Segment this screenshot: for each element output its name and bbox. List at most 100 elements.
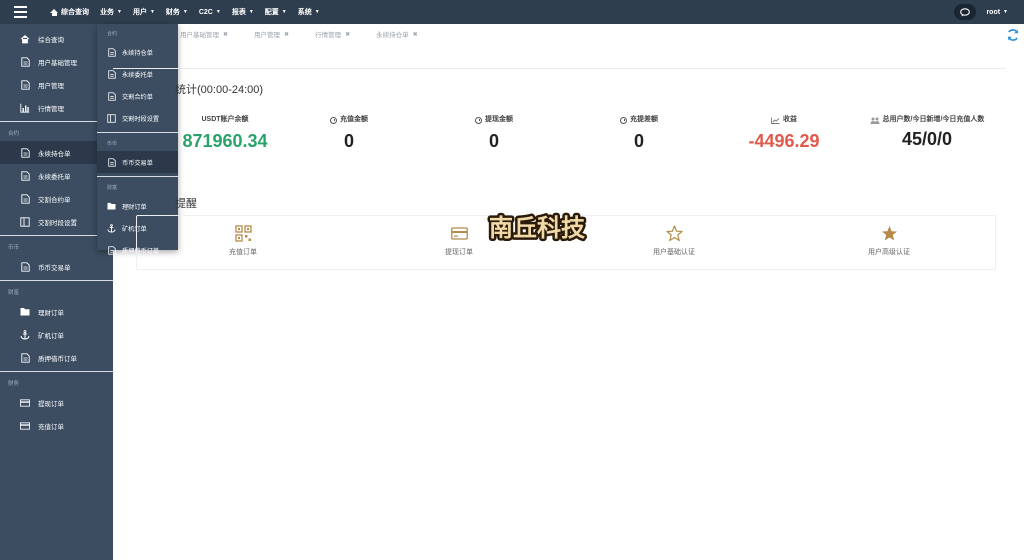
clock-icon <box>475 116 482 124</box>
document-icon <box>20 147 30 158</box>
dropdown-section-spot: 币币 <box>107 141 118 147</box>
logo-text: 南丘科技 <box>489 213 586 242</box>
home-icon <box>50 8 58 16</box>
nav-item-config[interactable]: 配置 ▼ <box>265 7 287 17</box>
document-icon <box>107 245 116 255</box>
sidebar-item-wealth-orders[interactable]: 理财订单 <box>0 300 113 323</box>
caret-down-icon: ▼ <box>248 9 254 15</box>
document-icon <box>107 47 116 57</box>
nav-item-overview[interactable]: 综合查询 <box>50 7 89 17</box>
sidebar-item-pledge-orders[interactable]: 质押借币订单 <box>0 346 113 369</box>
close-icon[interactable]: ✖ <box>223 31 228 38</box>
menu-toggle-icon[interactable] <box>0 0 40 24</box>
admin-app: 综合查询 业务 ▼ 用户 ▼ 财务 ▼ C2C ▼ 报表 ▼ 配置 ▼ 系统 ▼ root ▼ … <box>0 0 1024 560</box>
dropdown-item-perpetual-orders[interactable]: 永续委托单 <box>97 63 178 85</box>
top-right-tools: root ▼ <box>954 4 1008 20</box>
sidebar-item-deposit-orders[interactable]: 充值订单 <box>0 414 113 437</box>
sidebar-item-mining-orders[interactable]: 矿机订单 <box>0 323 113 346</box>
anchor-icon <box>20 329 30 340</box>
stat-value: 871960.34 <box>182 131 268 151</box>
document-icon <box>20 352 30 363</box>
columns-icon <box>107 113 116 123</box>
stat-earnings: 收益 -4496.29 <box>739 115 829 152</box>
dropdown-divider <box>97 176 178 177</box>
stat-value: -4496.29 <box>748 131 820 151</box>
users-icon <box>870 117 880 124</box>
dropdown-section-contract: 合约 <box>107 31 118 37</box>
document-icon <box>20 56 30 67</box>
reminder-title: 提醒 <box>175 198 197 210</box>
star-filled-icon <box>881 226 897 241</box>
close-icon[interactable]: ✖ <box>284 31 289 38</box>
dropdown-divider <box>97 132 178 133</box>
sidebar-section-wealth: 财富 <box>8 289 20 296</box>
stat-net-difference: 充提差额 0 <box>594 115 684 152</box>
document-icon <box>20 170 30 181</box>
clock-icon <box>620 116 627 124</box>
caret-down-icon: ▼ <box>149 9 155 15</box>
stat-deposit-amount: 充值金额 0 <box>304 115 394 152</box>
dropdown-item-spot-orders[interactable]: 币币交易单 <box>97 151 178 173</box>
stats-title: 统计(00:00-24:00) <box>175 84 264 96</box>
tab-perpetual-positions[interactable]: 永续持仓单 ✖ <box>376 29 418 40</box>
stat-usdt-balance: USDT账户余额 871960.34 <box>170 115 280 152</box>
brand-logo: 南丘科技 南丘科技 <box>487 211 589 245</box>
stat-value: 45/0/0 <box>901 129 953 149</box>
quick-deposit-orders[interactable]: 充值订单 <box>188 225 298 257</box>
qr-icon <box>234 225 252 242</box>
dropdown-item-perpetual-positions[interactable]: 永续持仓单 <box>97 41 178 63</box>
home-icon <box>20 34 30 44</box>
tab-market[interactable]: 行情管理 ✖ <box>315 29 350 40</box>
nav-item-business[interactable]: 业务 ▼ <box>100 7 122 17</box>
chat-icon <box>960 7 971 16</box>
sidebar-section-finance: 财务 <box>8 380 20 387</box>
sidebar-item-withdraw-orders[interactable]: 提现订单 <box>0 391 113 414</box>
dropdown-item-wealth-orders[interactable]: 理财订单 <box>97 195 178 217</box>
caret-down-icon: ▼ <box>314 9 320 15</box>
caret-down-icon: ▼ <box>182 9 188 15</box>
refresh-icon[interactable] <box>1006 28 1020 42</box>
top-nav: 综合查询 业务 ▼ 用户 ▼ 财务 ▼ C2C ▼ 报表 ▼ 配置 ▼ 系统 ▼ <box>50 0 331 24</box>
nav-item-users[interactable]: 用户 ▼ <box>133 7 155 17</box>
caret-down-icon: ▼ <box>215 9 221 15</box>
dropdown-item-delivery-settings[interactable]: 交割时段设置 <box>97 107 178 129</box>
stat-value: 0 <box>343 131 354 151</box>
stat-value: 0 <box>633 131 644 151</box>
line-chart-icon <box>771 117 780 124</box>
nav-item-system[interactable]: 系统 ▼ <box>298 7 320 17</box>
nav-item-finance[interactable]: 财务 ▼ <box>166 7 188 17</box>
folder-icon <box>107 202 116 211</box>
close-icon[interactable]: ✖ <box>413 31 418 38</box>
card-icon <box>20 398 30 408</box>
document-icon <box>107 69 116 79</box>
clock-icon <box>330 116 337 124</box>
anchor-icon <box>107 223 116 233</box>
sidebar-divider <box>0 371 113 372</box>
star-outline-icon <box>665 225 683 242</box>
caret-down-icon: ▼ <box>117 9 122 15</box>
tab-divider <box>113 68 1006 69</box>
close-icon[interactable]: ✖ <box>345 31 350 38</box>
quick-basic-verification[interactable]: 用户基础认证 <box>619 225 729 257</box>
sidebar-divider <box>0 280 113 281</box>
user-menu[interactable]: root ▼ <box>986 9 1008 16</box>
nav-item-c2c[interactable]: C2C ▼ <box>199 9 221 16</box>
page-tabs: 用户基础管理 ✖ 用户管理 ✖ 行情管理 ✖ 永续持仓单 ✖ <box>180 29 418 40</box>
dropdown-section-wealth: 财富 <box>107 185 118 191</box>
top-bar: 综合查询 业务 ▼ 用户 ▼ 财务 ▼ C2C ▼ 报表 ▼ 配置 ▼ 系统 ▼ root ▼ <box>0 0 1024 24</box>
tab-users[interactable]: 用户管理 ✖ <box>254 29 289 40</box>
dropdown-item-delivery-contracts[interactable]: 交割合约单 <box>97 85 178 107</box>
card-icon <box>450 227 468 240</box>
document-icon <box>20 261 30 272</box>
card-icon <box>20 421 30 431</box>
stat-value: 0 <box>488 131 499 151</box>
folder-icon <box>20 307 30 317</box>
document-icon <box>107 157 116 167</box>
tab-user-basic[interactable]: 用户基础管理 ✖ <box>180 29 228 40</box>
stat-user-counts: 总用户数/今日新增/今日充值人数 45/0/0 <box>864 115 990 150</box>
nav-item-reports[interactable]: 报表 ▼ <box>232 7 254 17</box>
columns-icon <box>20 216 30 227</box>
caret-down-icon: ▼ <box>1003 9 1008 15</box>
quick-advanced-verification[interactable]: 用户高级认证 <box>834 225 944 257</box>
chat-button[interactable] <box>954 4 977 20</box>
